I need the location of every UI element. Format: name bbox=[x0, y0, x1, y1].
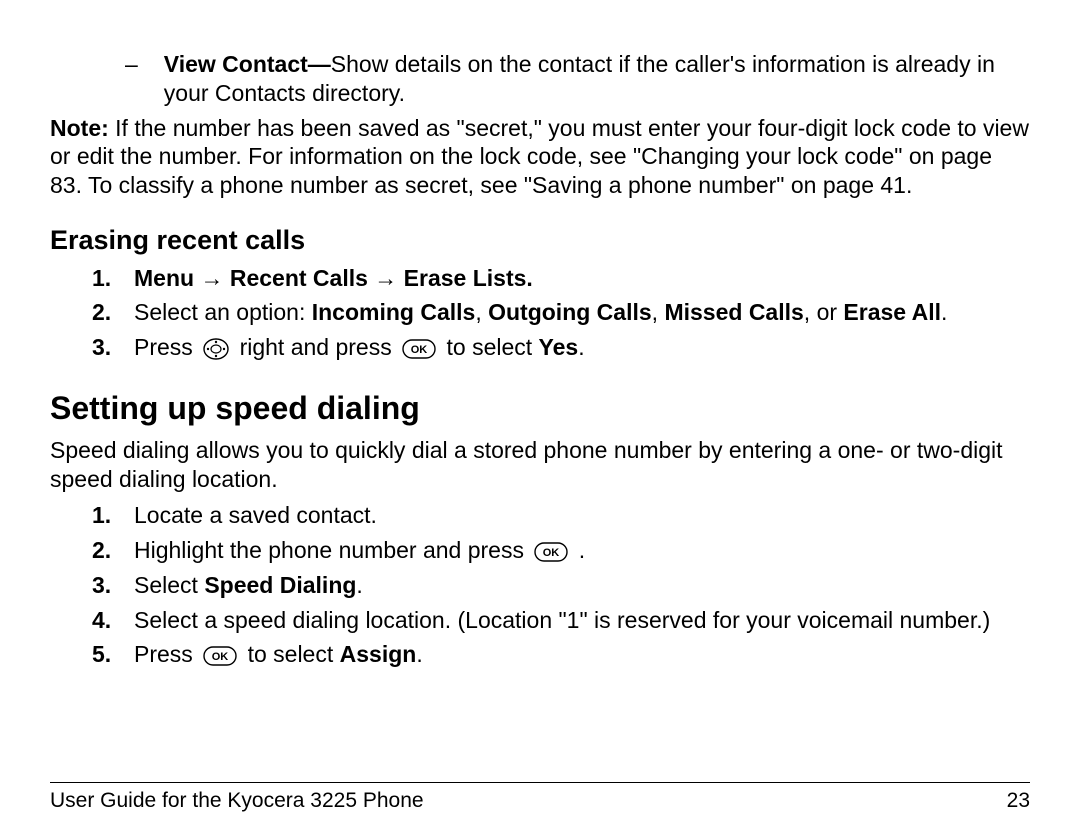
step-number: 1. bbox=[92, 264, 112, 293]
step-number: 4. bbox=[92, 606, 112, 635]
speed-step-3: 3. Select Speed Dialing. bbox=[92, 571, 1030, 600]
erase-step-3: 3. Press right and press OK to select Ye… bbox=[92, 333, 1030, 362]
step-number: 5. bbox=[92, 640, 112, 669]
note-paragraph: Note: If the number has been saved as "s… bbox=[50, 114, 1030, 200]
step-text: Press right and press OK to select Yes. bbox=[134, 333, 1030, 362]
erase-step-2: 2. Select an option: Incoming Calls, Out… bbox=[92, 298, 1030, 327]
step-number: 2. bbox=[92, 536, 112, 565]
speed-step-2: 2. Highlight the phone number and press … bbox=[92, 536, 1030, 565]
ok-icon: OK bbox=[203, 646, 237, 666]
note-label: Note: bbox=[50, 115, 109, 141]
step-number: 3. bbox=[92, 571, 112, 600]
step-text: Highlight the phone number and press OK … bbox=[134, 536, 1030, 565]
speed-step-5: 5. Press OK to select Assign. bbox=[92, 640, 1030, 669]
svg-text:OK: OK bbox=[543, 547, 560, 559]
step-number: 1. bbox=[92, 501, 112, 530]
svg-text:OK: OK bbox=[411, 344, 428, 356]
step-text: Menu → Recent Calls → Erase Lists. bbox=[134, 264, 1030, 293]
step-number: 3. bbox=[92, 333, 112, 362]
note-text: If the number has been saved as "secret,… bbox=[50, 115, 1029, 199]
step-number: 2. bbox=[92, 298, 112, 327]
dash-marker: – bbox=[125, 50, 138, 108]
view-contact-label: View Contact— bbox=[164, 51, 331, 77]
ok-icon: OK bbox=[402, 339, 436, 359]
speed-step-4: 4. Select a speed dialing location. (Loc… bbox=[92, 606, 1030, 635]
speed-step-1: 1. Locate a saved contact. bbox=[92, 501, 1030, 530]
page-number: 23 bbox=[1007, 788, 1030, 814]
speed-intro: Speed dialing allows you to quickly dial… bbox=[50, 436, 1030, 494]
page-footer: User Guide for the Kyocera 3225 Phone 23 bbox=[50, 782, 1030, 814]
step-text: Select a speed dialing location. (Locati… bbox=[134, 606, 1030, 635]
nav-icon bbox=[203, 338, 229, 360]
heading-erasing-calls: Erasing recent calls bbox=[50, 224, 1030, 258]
step-text: Locate a saved contact. bbox=[134, 501, 1030, 530]
footer-title: User Guide for the Kyocera 3225 Phone bbox=[50, 788, 424, 814]
erase-step-1: 1. Menu → Recent Calls → Erase Lists. bbox=[92, 264, 1030, 293]
heading-speed-dialing: Setting up speed dialing bbox=[50, 388, 1030, 428]
svg-text:OK: OK bbox=[212, 651, 229, 663]
step-text: Press OK to select Assign. bbox=[134, 640, 1030, 669]
list-item-view-contact: – View Contact—Show details on the conta… bbox=[125, 50, 1030, 108]
step-text: Select Speed Dialing. bbox=[134, 571, 1030, 600]
ok-icon: OK bbox=[534, 542, 568, 562]
step-text: Select an option: Incoming Calls, Outgoi… bbox=[134, 298, 1030, 327]
list-item-text: View Contact—Show details on the contact… bbox=[164, 50, 1030, 108]
